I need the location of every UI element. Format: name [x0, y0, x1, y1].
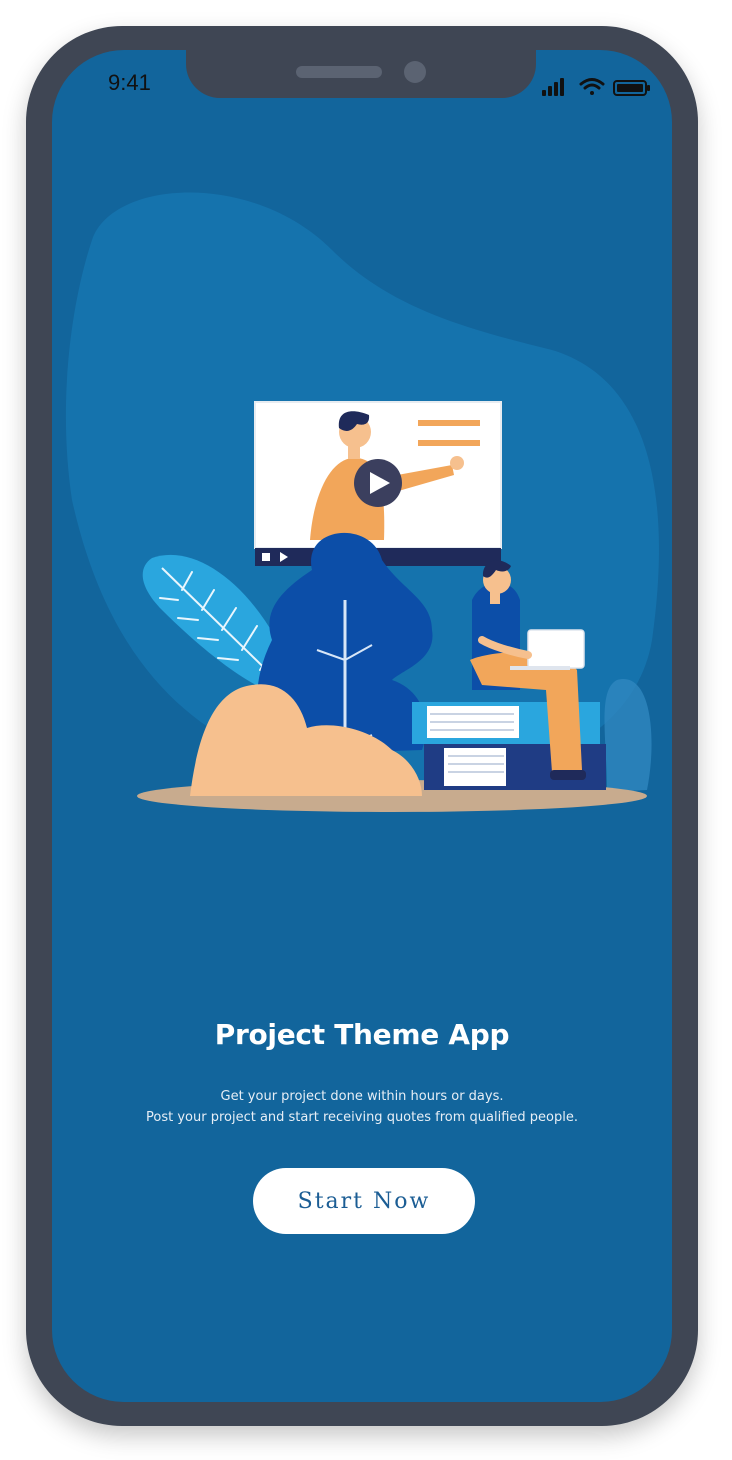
right-plant: [604, 679, 652, 792]
description-line-1: Get your project done within hours or da…: [220, 1089, 504, 1104]
front-camera: [404, 61, 426, 83]
start-now-button[interactable]: Start Now: [253, 1168, 475, 1234]
battery-icon: [613, 80, 650, 96]
wifi-icon: [579, 78, 605, 95]
phone-notch: [186, 48, 536, 98]
onboarding-illustration: [65, 192, 659, 812]
speaker-grille: [296, 66, 382, 78]
video-board: [254, 401, 502, 566]
signal-icon: [542, 78, 564, 96]
status-icons: [542, 78, 650, 96]
stop-icon: [262, 553, 270, 561]
description-line-2: Post your project and start receiving qu…: [146, 1110, 578, 1125]
app-description: Get your project done within hours or da…: [52, 1086, 672, 1128]
status-time: 9:41: [108, 70, 151, 95]
app-title: Project Theme App: [214, 1018, 510, 1051]
